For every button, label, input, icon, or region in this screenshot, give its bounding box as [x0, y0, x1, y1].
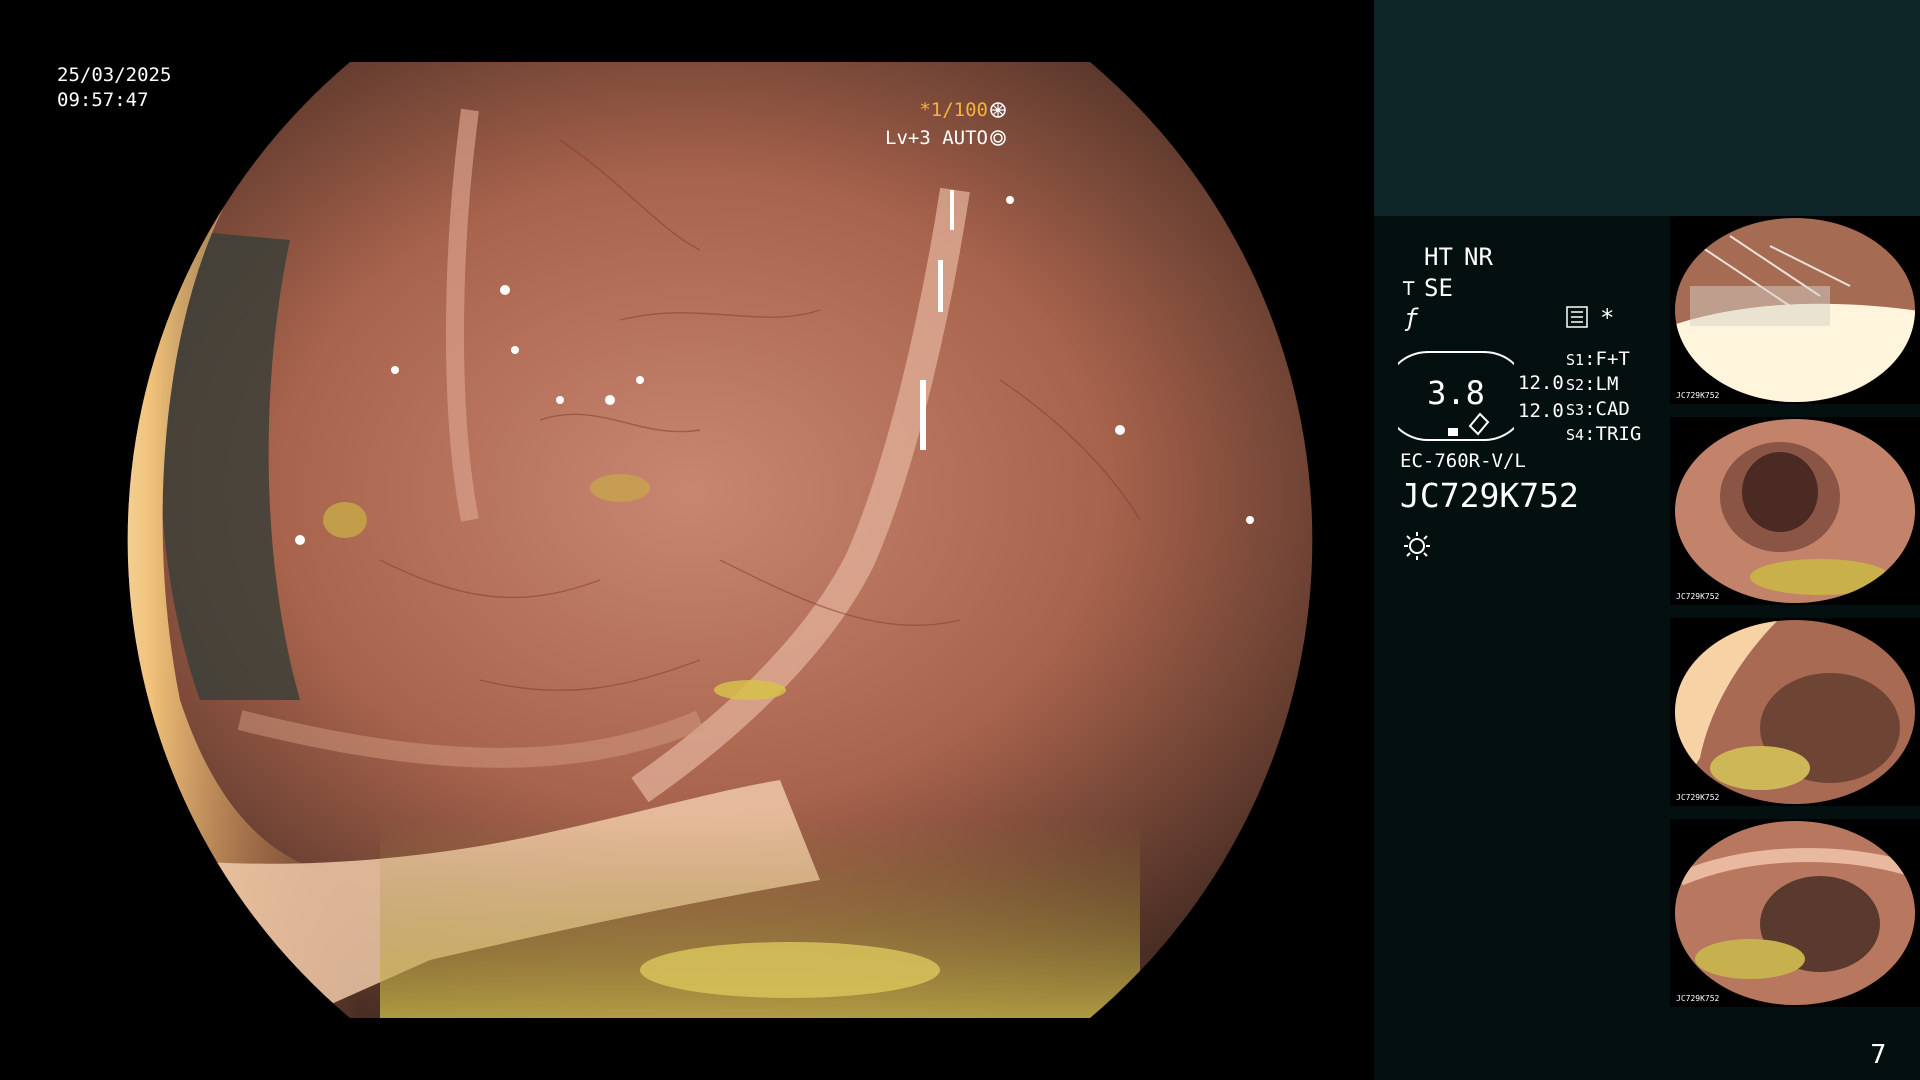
thumbnail-label: JC729K752	[1676, 793, 1720, 802]
switch-s4: S4:TRIG	[1566, 423, 1642, 445]
info-panel: HT NR ⊤ SE ƒ * 3.8 12.0 12.0 S1:F+T S2:L…	[1374, 0, 1920, 1080]
mode-se-label: SE	[1424, 274, 1453, 302]
time-label: 09:57:47	[57, 89, 149, 111]
endoscope-main-view: 25/03/2025 09:57:47 *1/100 Lv+3 AUTO	[0, 0, 1374, 1080]
date-label: 25/03/2025	[57, 64, 172, 86]
setting-value-b: 12.0	[1518, 400, 1564, 422]
patient-info-area	[1374, 0, 1920, 216]
switch-s2: S2:LM	[1566, 373, 1619, 395]
shutter-indicator: *1/100	[919, 98, 1006, 122]
structure-enhance-icon: ⊤	[1402, 276, 1416, 301]
switch-s3: S3:CAD	[1566, 398, 1630, 420]
scope-model: EC-760R-V/L	[1400, 450, 1526, 472]
mode-nr-label: NR	[1464, 243, 1493, 271]
brightness-level-indicator: Lv+3 AUTO	[885, 126, 1006, 150]
shutter-speed: 1/100	[930, 99, 988, 121]
captured-image-thumbnail[interactable]: JC729K752	[1670, 819, 1920, 1007]
gauge-value: 3.8	[1427, 374, 1485, 412]
switch-s1: S1:F+T	[1566, 348, 1630, 370]
captured-image-thumbnail[interactable]: JC729K752	[1670, 417, 1920, 605]
menu-icon	[1566, 306, 1588, 328]
iris-mode: AUTO	[942, 127, 988, 149]
shutter-prefix: *	[919, 99, 931, 121]
brightness-level: Lv+3	[885, 127, 931, 149]
scope-serial: JC729K752	[1400, 476, 1579, 515]
asterisk-indicator: *	[1600, 304, 1615, 332]
color-enhance-icon: ƒ	[1404, 304, 1419, 332]
thumbnail-label: JC729K752	[1676, 994, 1720, 1003]
captured-image-thumbnail[interactable]: JC729K752	[1670, 216, 1920, 404]
captured-image-thumbnail[interactable]: JC729K752	[1670, 618, 1920, 806]
thumbnail-label: JC729K752	[1676, 391, 1720, 400]
thumbnail-label: JC729K752	[1676, 592, 1720, 601]
page-number: 7	[1870, 1040, 1887, 1070]
aperture-icon	[990, 102, 1006, 118]
mode-ht-label: HT	[1424, 243, 1453, 271]
light-source-icon	[1404, 532, 1430, 560]
endoscope-image	[127, 62, 1313, 1018]
iris-icon	[990, 130, 1006, 146]
setting-value-a: 12.0	[1518, 372, 1564, 394]
